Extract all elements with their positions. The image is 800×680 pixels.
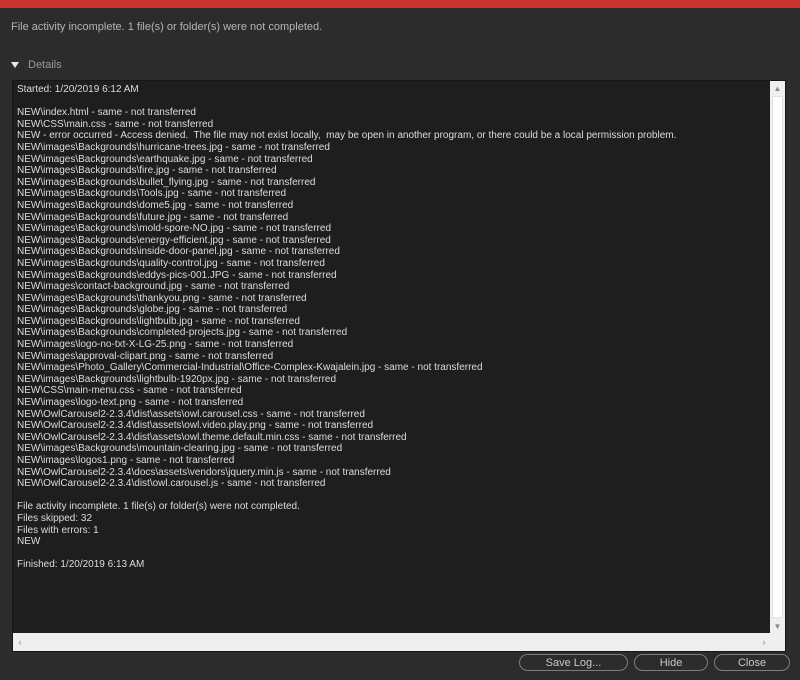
vertical-scrollbar[interactable]: ▲ ▼	[770, 81, 785, 633]
file-activity-dialog: File activity incomplete. 1 file(s) or f…	[0, 8, 800, 680]
save-log-button[interactable]: Save Log...	[519, 654, 628, 671]
triangle-down-icon[interactable]	[11, 62, 19, 68]
chevron-left-icon[interactable]: ‹	[13, 633, 27, 651]
log-text[interactable]: Started: 1/20/2019 6:12 AM NEW\index.htm…	[17, 84, 765, 632]
chevron-down-icon[interactable]: ▼	[770, 619, 785, 633]
vertical-scroll-thumb[interactable]	[772, 96, 783, 618]
summary-message: File activity incomplete. 1 file(s) or f…	[11, 21, 323, 33]
log-panel: Started: 1/20/2019 6:12 AM NEW\index.htm…	[12, 80, 786, 652]
title-bar	[0, 0, 800, 8]
scrollbar-corner	[770, 633, 785, 651]
close-button[interactable]: Close	[714, 654, 790, 671]
details-label: Details	[28, 59, 62, 71]
details-toggle[interactable]: Details	[11, 58, 62, 72]
chevron-up-icon[interactable]: ▲	[770, 81, 785, 95]
hide-button[interactable]: Hide	[634, 654, 708, 671]
chevron-right-icon[interactable]: ›	[757, 633, 771, 651]
horizontal-scrollbar[interactable]: ‹ ›	[13, 633, 771, 651]
